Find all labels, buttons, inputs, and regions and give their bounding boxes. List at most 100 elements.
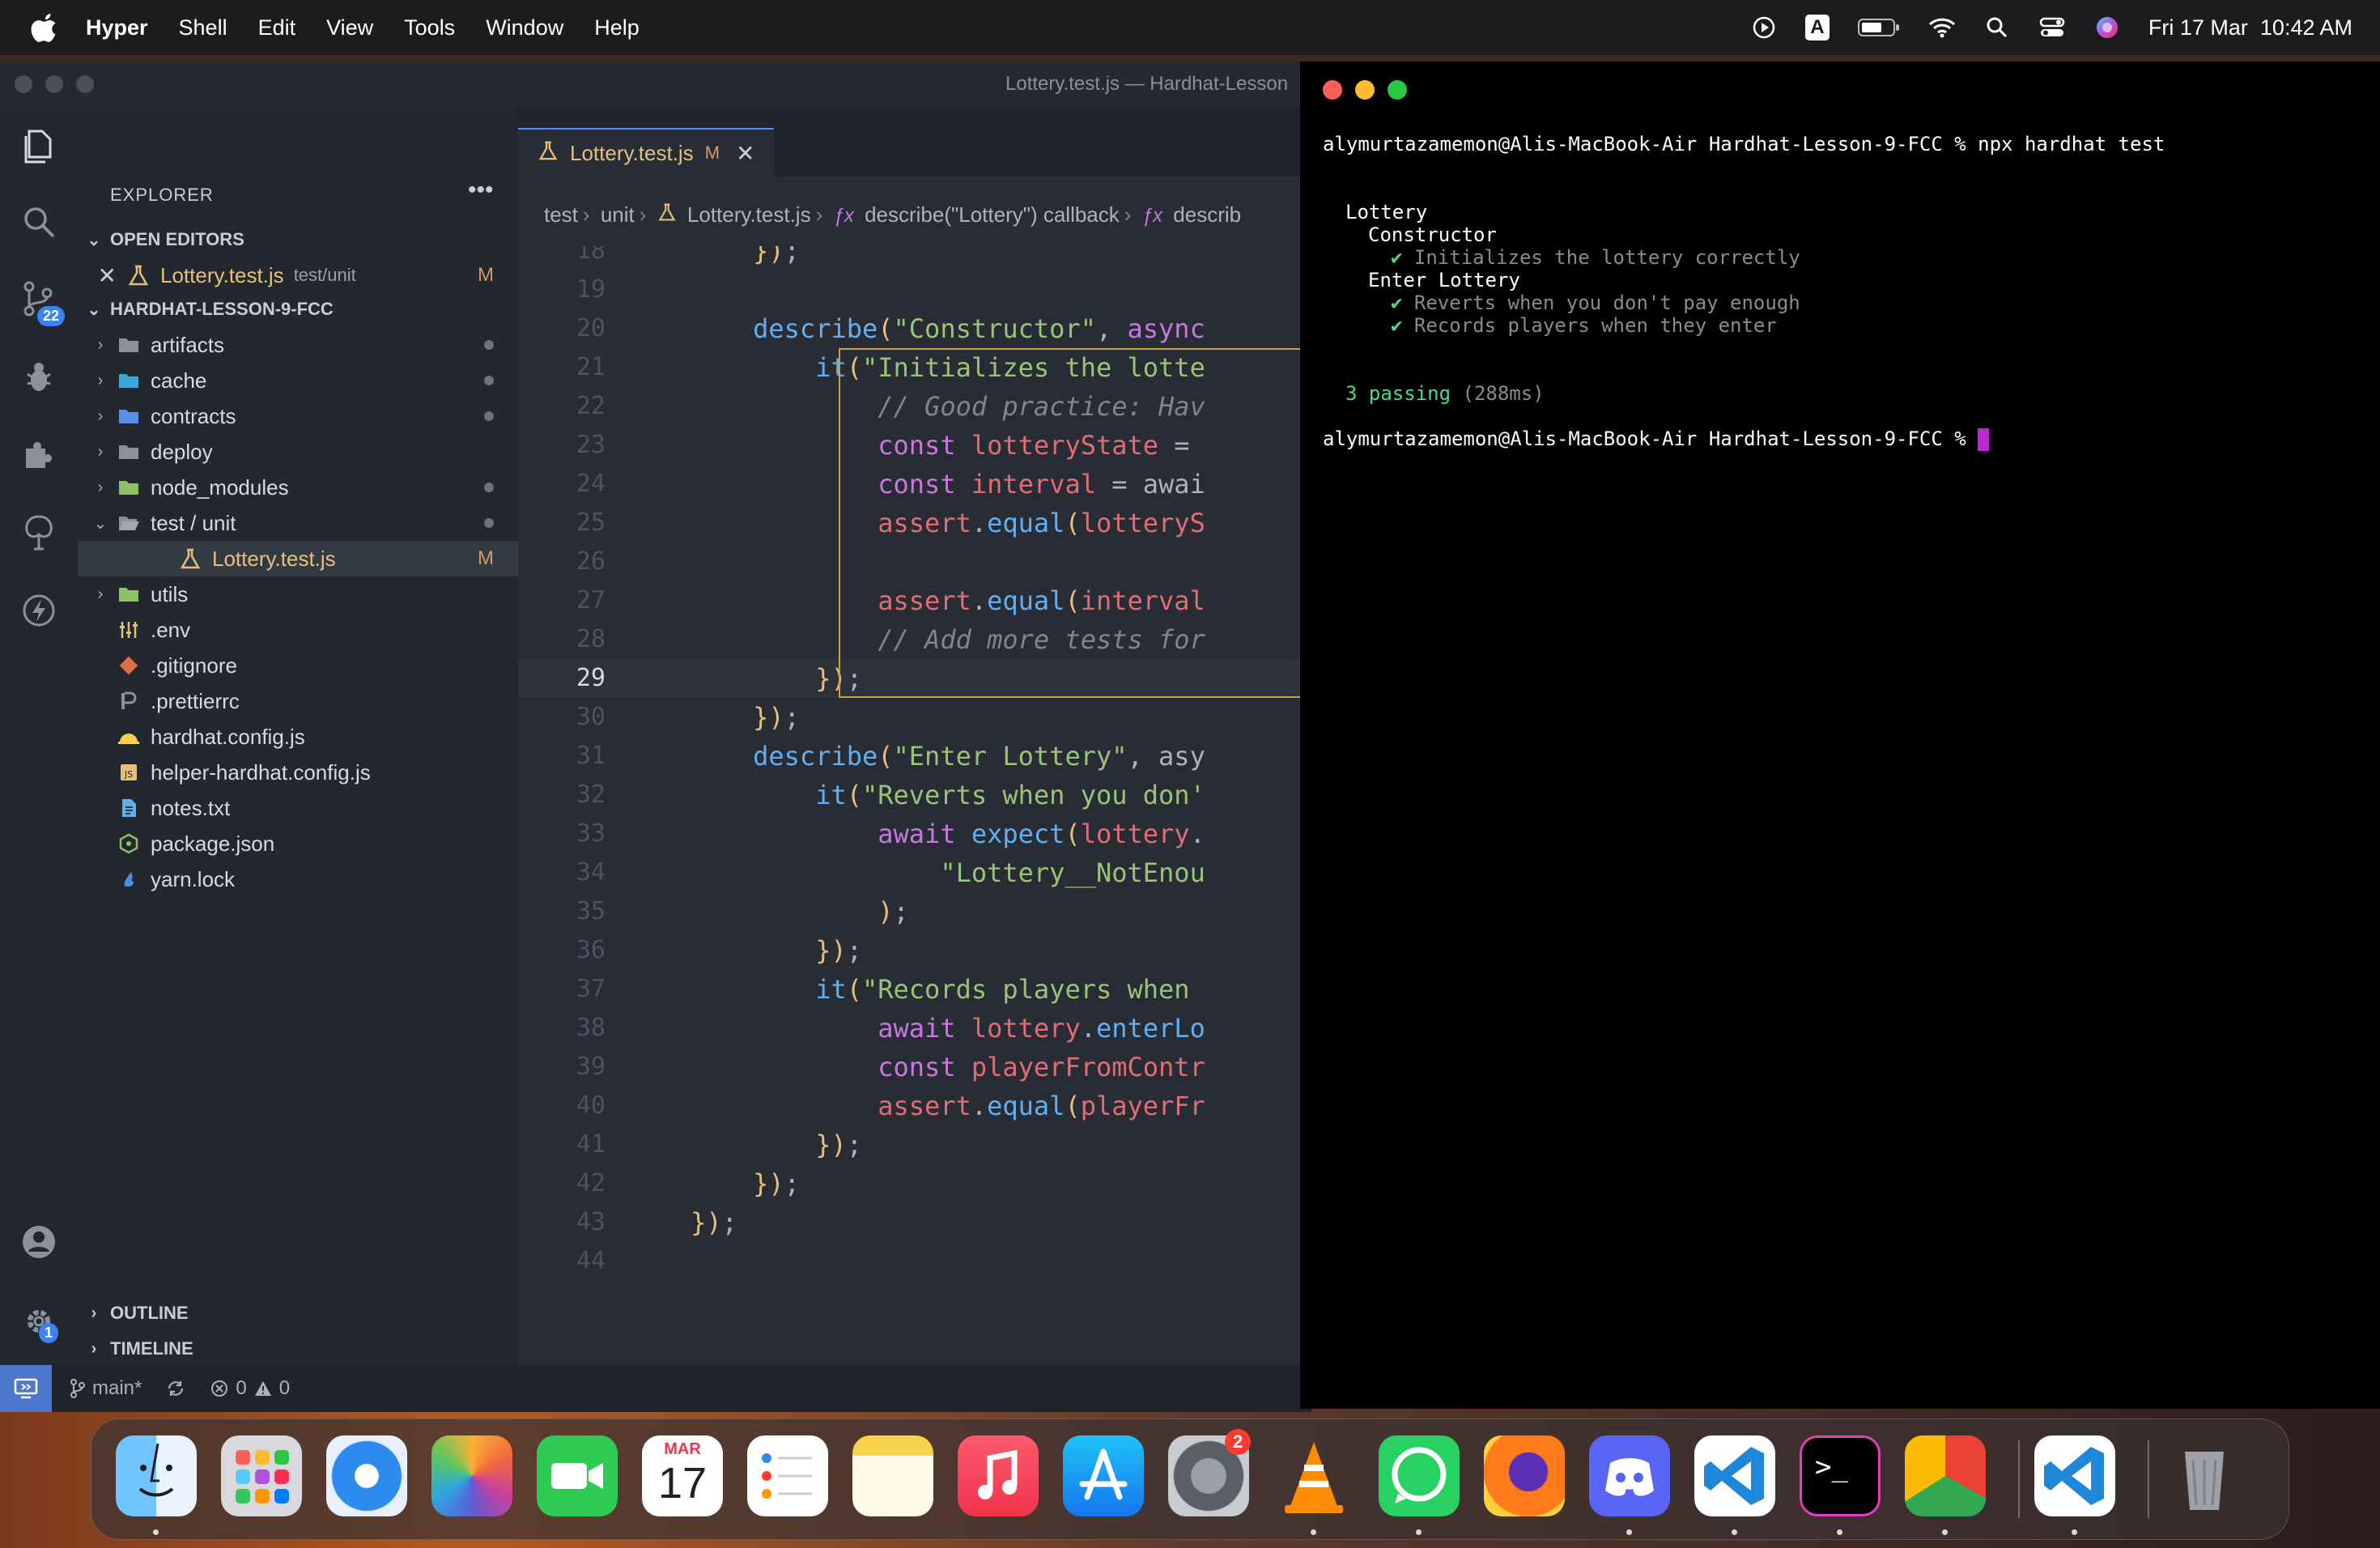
sync-icon[interactable] <box>166 1379 185 1398</box>
code-line[interactable]: 27 assert.equal(interval <box>518 581 1311 620</box>
breadcrumb-item[interactable]: describ <box>1173 202 1241 227</box>
file-tree-item-package-json[interactable]: package.json <box>78 826 518 861</box>
window-close-button[interactable] <box>15 75 32 93</box>
code-line[interactable]: 19 <box>518 270 1311 309</box>
siri-icon[interactable] <box>2093 14 2121 41</box>
code-line[interactable]: 35 ); <box>518 892 1311 931</box>
code-line[interactable]: 39 const playerFromContr <box>518 1048 1311 1087</box>
code-line[interactable]: 32 it("Reverts when you don' <box>518 776 1311 814</box>
code-line[interactable]: 37 it("Records players when <box>518 970 1311 1009</box>
file-tree-item-test-unit[interactable]: ⌄ test / unit <box>78 505 518 541</box>
explorer-icon[interactable] <box>18 125 60 167</box>
code-line[interactable]: 29 }); <box>518 659 1311 698</box>
menu-edit[interactable]: Edit <box>258 15 296 40</box>
terminal-close-button[interactable] <box>1323 80 1342 100</box>
file-tree-item-lottery-test-js[interactable]: Lottery.test.js M <box>78 541 518 576</box>
dock-finder-icon[interactable] <box>116 1435 197 1516</box>
code-line[interactable]: 18 }); <box>518 246 1311 270</box>
dock-trash-icon[interactable] <box>2164 1435 2245 1516</box>
code-line[interactable]: 23 const lotteryState = <box>518 426 1311 465</box>
file-tree-item-prettierrc[interactable]: .prettierrc <box>78 683 518 719</box>
menu-tools[interactable]: Tools <box>404 15 455 40</box>
source-control-icon[interactable]: 22 <box>18 279 66 326</box>
git-branch-status[interactable]: main* <box>70 1377 142 1400</box>
dock-notes-icon[interactable] <box>852 1435 933 1516</box>
timeline-header[interactable]: › TIMELINE <box>78 1333 518 1365</box>
code-line[interactable]: 21 it("Initializes the lotte <box>518 348 1311 387</box>
battery-icon[interactable] <box>1857 14 1901 41</box>
dock-whatsapp-icon[interactable] <box>1379 1435 1460 1516</box>
dock-launchpad-icon[interactable] <box>221 1435 302 1516</box>
breadcrumb-item[interactable]: Lottery.test.js <box>687 202 811 227</box>
breadcrumb-item[interactable]: describe("Lottery") callback <box>865 202 1120 227</box>
remote-indicator-icon[interactable] <box>0 1365 52 1412</box>
dock-vlc-icon[interactable] <box>1273 1435 1354 1516</box>
dock-hyper-icon[interactable]: >_ <box>1800 1435 1881 1516</box>
terminal-minimize-button[interactable] <box>1355 80 1375 100</box>
search-icon[interactable] <box>18 201 60 243</box>
menu-help[interactable]: Help <box>594 15 640 40</box>
code-line[interactable]: 25 assert.equal(lotteryS <box>518 504 1311 542</box>
file-tree-item-contracts[interactable]: › contracts <box>78 398 518 434</box>
code-line[interactable]: 20 describe("Constructor", async <box>518 309 1311 348</box>
apple-icon[interactable] <box>31 11 60 44</box>
close-tab-icon[interactable]: ✕ <box>736 140 754 167</box>
extensions-icon[interactable] <box>18 434 60 476</box>
file-tree-item-env[interactable]: .env <box>78 612 518 648</box>
dock-chrome-icon[interactable] <box>1905 1435 1986 1516</box>
breadcrumb-item[interactable]: unit <box>601 202 635 227</box>
file-tree-item-node-modules[interactable]: › node_modules <box>78 470 518 505</box>
code-line[interactable]: 22 // Good practice: Hav <box>518 387 1311 426</box>
code-line[interactable]: 33 await expect(lottery. <box>518 814 1311 853</box>
play-circle-icon[interactable] <box>1750 14 1778 41</box>
dock-music-icon[interactable] <box>958 1435 1039 1516</box>
code-line[interactable]: 34 "Lottery__NotEnou <box>518 853 1311 892</box>
code-line[interactable]: 26 <box>518 542 1311 581</box>
code-line[interactable]: 40 assert.equal(playerFr <box>518 1087 1311 1125</box>
file-tree-item-artifacts[interactable]: › artifacts <box>78 327 518 363</box>
file-tree-item-hardhat-config-js[interactable]: hardhat.config.js <box>78 719 518 755</box>
outline-header[interactable]: › OUTLINE <box>78 1297 518 1329</box>
dock-reminders-icon[interactable] <box>747 1435 828 1516</box>
file-tree-item-yarn-lock[interactable]: yarn.lock <box>78 861 518 897</box>
manage-gear-icon[interactable]: 1 <box>18 1300 60 1343</box>
window-zoom-button[interactable] <box>76 75 94 93</box>
tab-lottery-test[interactable]: Lottery.test.js M ✕ <box>518 128 774 176</box>
code-line[interactable]: 24 const interval = awai <box>518 465 1311 504</box>
menu-view[interactable]: View <box>326 15 373 40</box>
open-editor-item[interactable]: ✕ Lottery.test.js test/unit M <box>78 257 518 293</box>
menu-bar-clock[interactable]: Fri 17 Mar 10:42 AM <box>2148 15 2352 40</box>
open-editors-header[interactable]: ⌄ OPEN EDITORS <box>78 223 518 256</box>
menu-window[interactable]: Window <box>486 15 563 40</box>
breadcrumb-item[interactable]: test <box>544 202 578 227</box>
file-tree-item-deploy[interactable]: › deploy <box>78 434 518 470</box>
file-tree-item-gitignore[interactable]: .gitignore <box>78 648 518 683</box>
dock-firefox-icon[interactable] <box>1484 1435 1565 1516</box>
remote-explorer-icon[interactable] <box>18 512 60 554</box>
code-line[interactable]: 41 }); <box>518 1125 1311 1164</box>
code-line[interactable]: 44 <box>518 1242 1311 1281</box>
code-editor[interactable]: 18 }); 19 20 describe("Constructor", async… <box>518 246 1311 1363</box>
code-line[interactable]: 31 describe("Enter Lottery", asy <box>518 737 1311 776</box>
file-tree-item-utils[interactable]: › utils <box>78 576 518 612</box>
run-debug-icon[interactable] <box>18 356 60 398</box>
dock-facetime-icon[interactable] <box>537 1435 618 1516</box>
wifi-icon[interactable] <box>1928 14 1956 41</box>
accounts-icon[interactable] <box>18 1221 60 1263</box>
more-actions-icon[interactable]: ••• <box>468 176 494 204</box>
dock-safari-icon[interactable] <box>326 1435 407 1516</box>
menu-app-name[interactable]: Hyper <box>86 15 148 40</box>
code-line[interactable]: 38 await lottery.enterLo <box>518 1009 1311 1048</box>
control-center-icon[interactable] <box>2038 14 2066 41</box>
dock-vscode-2-icon[interactable] <box>2034 1435 2115 1516</box>
close-editor-icon[interactable]: ✕ <box>78 262 126 289</box>
window-minimize-button[interactable] <box>45 75 63 93</box>
terminal-zoom-button[interactable] <box>1388 80 1407 100</box>
code-line[interactable]: 30 }); <box>518 698 1311 737</box>
dock-vscode-icon[interactable] <box>1694 1435 1775 1516</box>
thunder-client-icon[interactable] <box>18 589 60 632</box>
code-line[interactable]: 36 }); <box>518 931 1311 970</box>
menu-shell[interactable]: Shell <box>179 15 227 40</box>
dock-discord-icon[interactable] <box>1589 1435 1670 1516</box>
dock-photos-icon[interactable] <box>431 1435 512 1516</box>
